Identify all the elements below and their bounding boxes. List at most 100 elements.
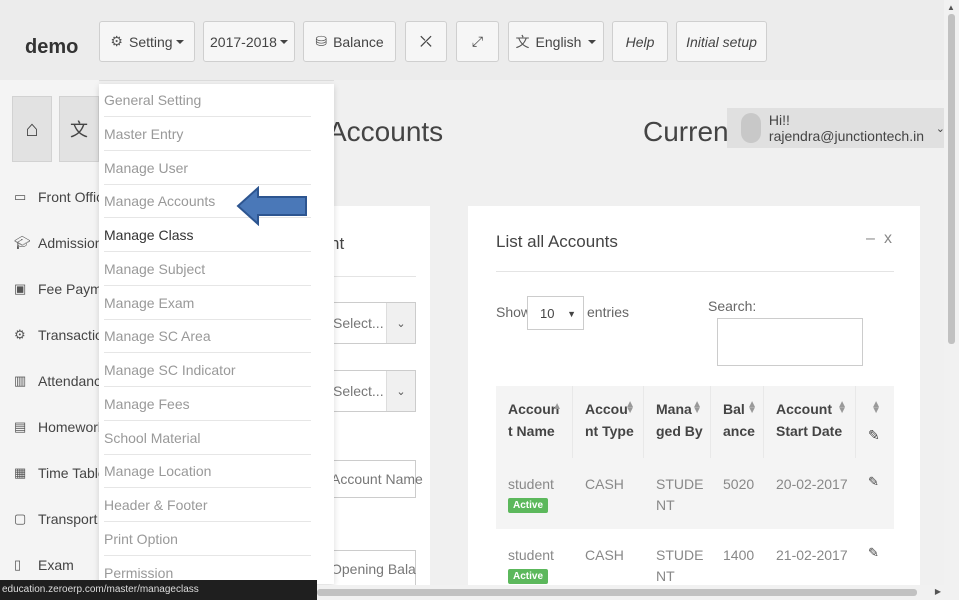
menu-item-manage-location[interactable]: Manage Location <box>104 455 311 488</box>
balance-cell: 5020 <box>723 476 755 492</box>
setting-menu-button[interactable]: ⚙ Setting <box>99 21 195 62</box>
status-badge: Active <box>508 498 549 513</box>
monitor-icon: ▭ <box>14 189 27 204</box>
header-text: ance <box>723 423 755 439</box>
home-icon: ⌂ <box>25 116 39 141</box>
year-select-button[interactable]: 2017-2018 <box>203 21 295 62</box>
home-button[interactable]: ⌂ <box>12 96 52 162</box>
bus-icon: ▢ <box>14 511 27 526</box>
menu-item-print-option[interactable]: Print Option <box>104 523 311 556</box>
fullscreen-button[interactable]: ⤢ <box>456 21 499 62</box>
graduation-cap-icon: 🎓︎ <box>14 235 31 250</box>
menu-item-general-setting[interactable]: General Setting <box>104 84 311 117</box>
scrollbar-thumb[interactable] <box>948 14 955 344</box>
managed-by-cell: NT <box>656 568 675 584</box>
status-url-bar: education.zeroerp.com/master/manageclass <box>0 580 317 600</box>
sidebar-item-transaction[interactable]: ⚙ Transaction <box>14 327 111 343</box>
sidebar-item-label: Exam <box>38 557 74 573</box>
help-label: Help <box>625 33 655 50</box>
header-text: nt Type <box>585 423 634 439</box>
sidebar-item-front-office[interactable]: ▭ Front Office <box>14 189 111 205</box>
divider <box>496 271 894 272</box>
document-icon: ▤ <box>14 419 27 434</box>
balance-label: Balance <box>333 33 384 50</box>
input-placeholder: Account Name <box>331 471 423 487</box>
balance-button[interactable]: ⛁ Balance <box>303 21 396 62</box>
language-label: English <box>535 33 582 50</box>
minimize-button[interactable]: – <box>866 230 875 248</box>
avatar <box>741 113 761 143</box>
menu-item-school-material[interactable]: School Material <box>104 422 311 455</box>
money-icon: ▣ <box>14 281 27 296</box>
menu-item-manage-user[interactable]: Manage User <box>104 152 311 185</box>
setting-label: Setting <box>128 33 173 50</box>
database-icon: ⛁ <box>315 33 328 49</box>
sort-icon: ▲ ▼ <box>692 399 702 416</box>
sidebar-item-label: Transport <box>38 511 98 527</box>
account-type-cell: CASH <box>585 547 624 563</box>
sidebar-item-time-table[interactable]: ▦ Time Table <box>14 465 106 481</box>
header-text: Start Date <box>776 423 843 439</box>
language-icon: 文 <box>515 33 530 50</box>
sidebar-item-exam[interactable]: ▯ Exam <box>14 557 74 573</box>
menu-item-header-footer[interactable]: Header & Footer <box>104 489 311 522</box>
language-select-button[interactable]: 文 English <box>508 21 604 62</box>
account-name-cell: student <box>508 547 554 563</box>
column-header-account-name[interactable]: Accoun t Name ▲ <box>496 386 573 458</box>
translate-button[interactable]: 文 <box>59 96 99 162</box>
start-date-cell: 20-02-2017 <box>776 476 848 492</box>
user-menu[interactable]: Hi!! rajendra@junctiontech.in ⌄ <box>727 108 945 148</box>
menu-item-manage-sc-area[interactable]: Manage SC Area <box>104 320 311 353</box>
column-header-account-type[interactable]: Accou nt Type ▲ ▼ <box>573 386 644 458</box>
column-header-start-date[interactable]: Account Start Date ▲ ▼ <box>764 386 856 458</box>
chevron-down-icon: ⌄ <box>386 371 415 411</box>
managed-by-cell: NT <box>656 497 675 513</box>
sidebar-item-fee-payment[interactable]: ▣ Fee Payme <box>14 281 110 297</box>
column-header-action[interactable]: ▲ ▼ ✎ <box>856 386 894 458</box>
menu-item-manage-sc-indicator[interactable]: Manage SC Indicator <box>104 354 311 387</box>
account-name-cell: student <box>508 476 554 492</box>
menu-item-manage-subject[interactable]: Manage Subject <box>104 253 311 286</box>
edit-icon[interactable]: ✎ <box>868 474 879 490</box>
initial-setup-button[interactable]: Initial setup <box>676 21 767 62</box>
entries-select[interactable]: 10 ▼ <box>527 296 584 330</box>
sidebar-item-attendance[interactable]: ▥ Attendance <box>14 373 109 389</box>
caret-down-icon <box>279 39 288 44</box>
close-button[interactable]: x <box>884 230 892 248</box>
vertical-scrollbar[interactable]: ▲ <box>944 0 959 600</box>
menu-item-manage-exam[interactable]: Manage Exam <box>104 287 311 320</box>
initial-setup-label: Initial setup <box>686 33 757 50</box>
column-header-managed-by[interactable]: Mana ged By ▲ ▼ <box>644 386 711 458</box>
year-label: 2017-2018 <box>210 33 277 50</box>
caret-down-icon <box>588 39 597 44</box>
table-row: student Active CASH STUDE NT 5020 20-02-… <box>496 458 894 529</box>
expand-icon: ⤢ <box>471 33 484 49</box>
compress-button[interactable]: ⤫ <box>405 21 447 62</box>
edit-icon[interactable]: ✎ <box>868 545 879 561</box>
header-text: Accoun <box>508 401 560 417</box>
sidebar-item-homework[interactable]: ▤ Homework <box>14 419 105 435</box>
sidebar-item-transport[interactable]: ▢ Transport <box>14 511 97 527</box>
brand-logo[interactable]: demo <box>25 36 78 59</box>
select-value: Select... <box>333 383 384 399</box>
sort-asc-icon: ▲ <box>552 401 562 412</box>
scroll-up-icon[interactable]: ▲ <box>947 3 955 12</box>
compress-icon: ⤫ <box>420 33 432 49</box>
page-title: Accounts <box>328 116 444 147</box>
help-button[interactable]: Help <box>612 21 668 62</box>
panel-title: List all Accounts <box>496 232 618 251</box>
scroll-right-icon[interactable]: ▶ <box>935 587 941 596</box>
search-input[interactable] <box>717 318 863 366</box>
translate-icon: 文 <box>70 120 88 140</box>
show-label: Show <box>496 304 532 320</box>
menu-item-master-entry[interactable]: Master Entry <box>104 118 311 151</box>
user-greeting: Hi!! rajendra@junctiontech.in <box>768 112 924 144</box>
sidebar-item-admission[interactable]: 🎓︎ Admission <box>14 235 103 251</box>
sort-icon: ▲ ▼ <box>625 399 635 416</box>
column-header-balance[interactable]: Bal ance ▲ ▼ <box>711 386 764 458</box>
doc-icon: ▯ <box>14 557 22 572</box>
select-value: Select... <box>333 315 384 331</box>
menu-item-manage-fees[interactable]: Manage Fees <box>104 388 311 421</box>
horizontal-scrollbar[interactable]: ▶ <box>317 585 944 600</box>
scrollbar-thumb[interactable] <box>317 589 917 596</box>
